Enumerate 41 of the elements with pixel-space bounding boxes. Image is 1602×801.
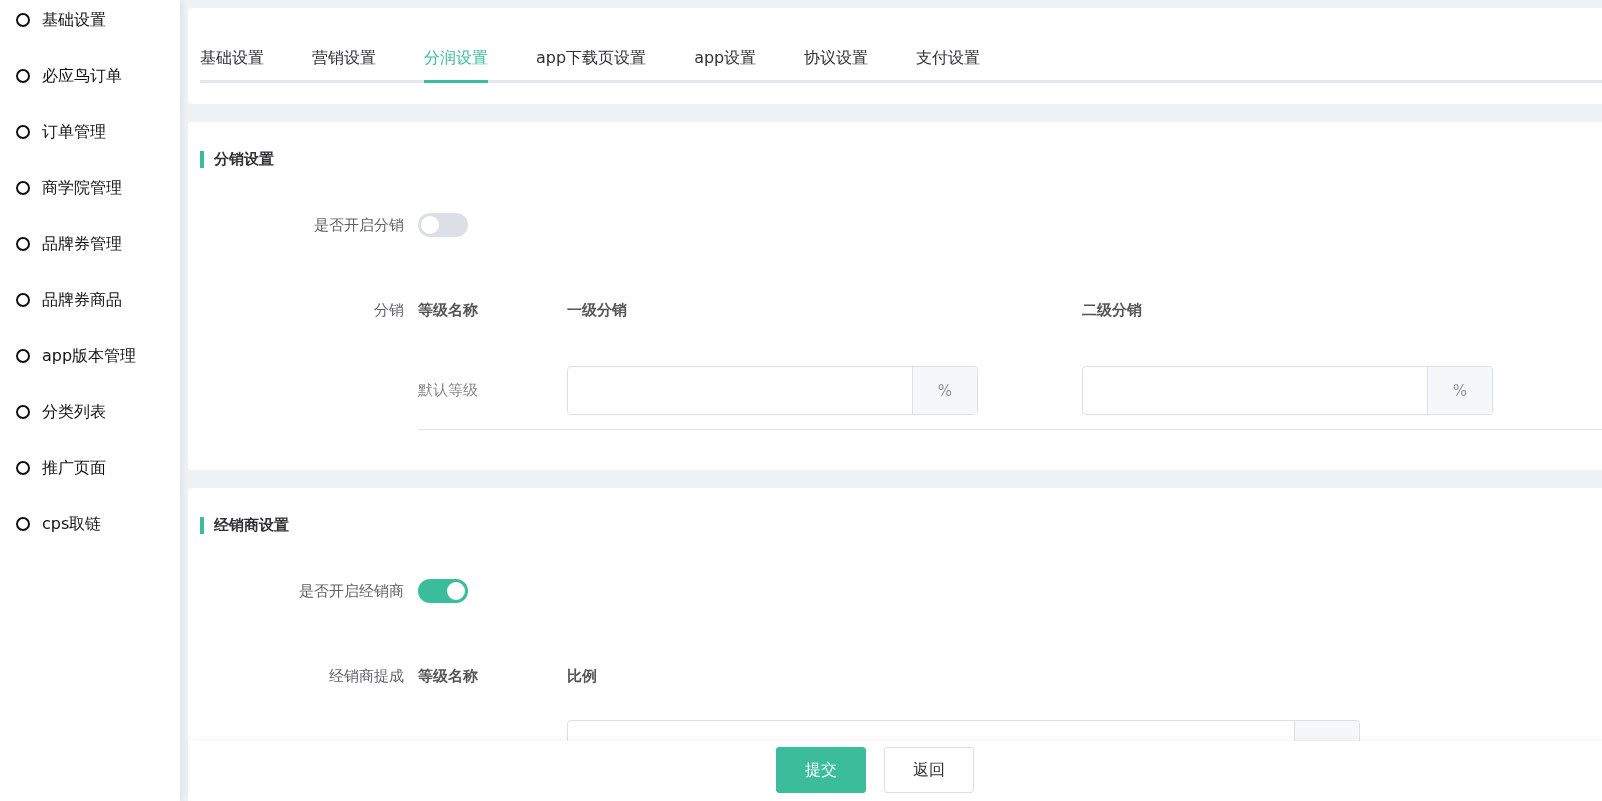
column-header: 等级名称 (418, 667, 479, 686)
percent-addon: % (912, 367, 977, 414)
sidebar-item-label: 推广页面 (42, 457, 106, 479)
section-title: 分销设置 (214, 150, 274, 169)
tab[interactable]: 协议设置 (804, 48, 869, 83)
tab[interactable]: app设置 (694, 48, 757, 83)
sidebar-item-label: 分类列表 (42, 401, 106, 423)
sidebar-item[interactable]: 分类列表 (0, 384, 180, 440)
column-header: 等级名称 (418, 301, 479, 320)
column-header: 一级分销 (567, 301, 628, 320)
form-label: 分销 (373, 301, 405, 320)
sidebar-item[interactable]: app版本管理 (0, 328, 180, 384)
back-button[interactable]: 返回 (884, 747, 974, 793)
sidebar-item[interactable]: 推广页面 (0, 440, 180, 496)
sidebar-item-label: app版本管理 (42, 345, 137, 367)
form-label: 经销商提成 (328, 667, 405, 686)
sidebar-item[interactable]: 订单管理 (0, 104, 180, 160)
sidebar-item-label: 品牌券商品 (42, 289, 122, 311)
percent-addon: % (1427, 367, 1492, 414)
sidebar-item[interactable]: 必应鸟订单 (0, 48, 180, 104)
tab[interactable]: 基础设置 (200, 48, 264, 83)
sidebar-item[interactable]: 商学院管理 (0, 160, 180, 216)
sidebar-item-label: 品牌券管理 (42, 233, 122, 255)
tab[interactable]: app下载页设置 (536, 48, 647, 83)
sidebar-item[interactable]: 基础设置 (0, 0, 180, 48)
tab[interactable]: 营销设置 (312, 48, 376, 83)
sidebar-item-label: 订单管理 (42, 121, 106, 143)
column-header: 二级分销 (1082, 301, 1143, 320)
sidebar-item-label: 必应鸟订单 (42, 65, 122, 87)
sidebar-item[interactable]: cps取链 (0, 496, 180, 552)
sidebar-item[interactable]: 品牌券商品 (0, 272, 180, 328)
sidebar-item[interactable]: 品牌券管理 (0, 216, 180, 272)
form-label: 是否开启分销 (313, 215, 405, 235)
sidebar-item-label: 商学院管理 (42, 177, 122, 199)
tab[interactable]: 支付设置 (916, 48, 981, 83)
level-name: 默认等级 (418, 381, 479, 400)
form-label: 是否开启经销商 (298, 581, 405, 601)
section-title: 经销商设置 (214, 516, 289, 535)
sidebar-item-label: 基础设置 (42, 9, 106, 31)
sidebar-item-label: cps取链 (42, 513, 102, 535)
column-header: 比例 (567, 667, 598, 686)
